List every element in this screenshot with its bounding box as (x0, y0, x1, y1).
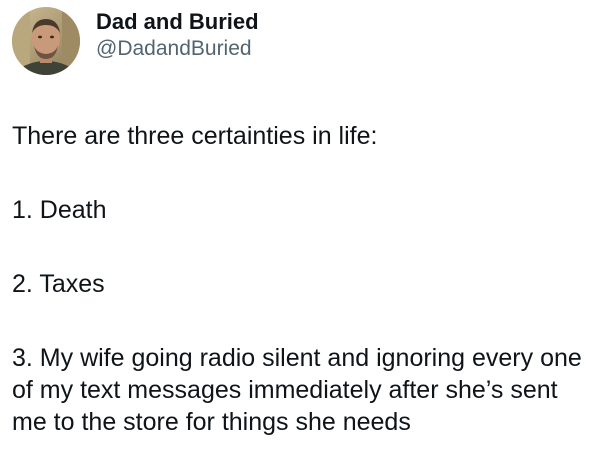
tweet-text-intro: There are three certainties in life: (12, 122, 378, 150)
tweet-card: Dad and Buried @DadandBuried There are t… (0, 0, 599, 453)
tweet-text-item-1: 1. Death (12, 196, 107, 224)
author-handle[interactable]: @DadandBuried (96, 36, 259, 62)
tweet-header: Dad and Buried @DadandBuried (12, 6, 259, 76)
profile-photo-icon (12, 7, 80, 75)
tweet-text-item-2: 2. Taxes (12, 270, 105, 298)
avatar[interactable] (12, 7, 80, 75)
tweet-text-item-3: 3. My wife going radio silent and ignori… (12, 344, 582, 436)
author-display-name[interactable]: Dad and Buried (96, 9, 259, 35)
author-names: Dad and Buried @DadandBuried (96, 9, 259, 62)
